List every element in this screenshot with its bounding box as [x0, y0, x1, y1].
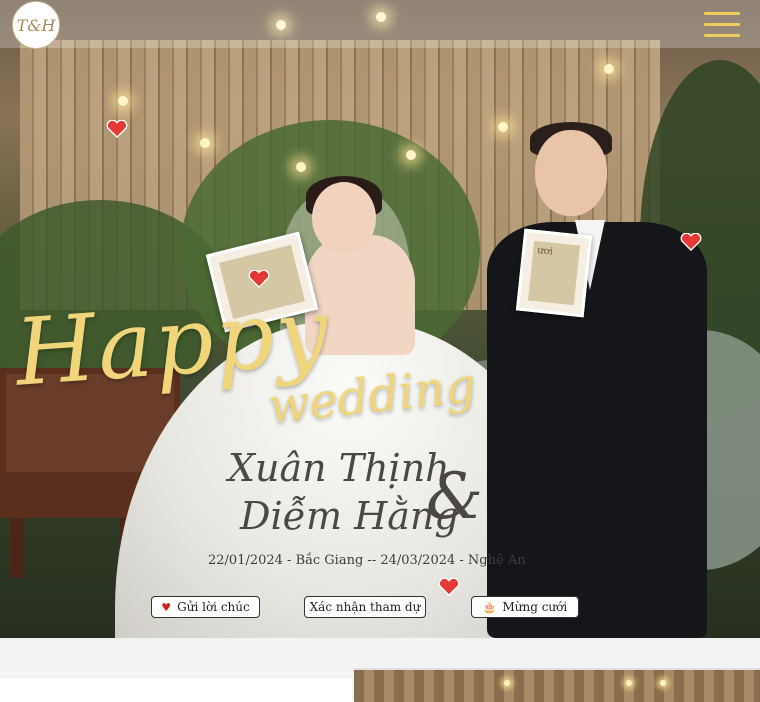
card-prop-inner: ươi: [527, 240, 581, 306]
top-navigation-bar: T&H: [0, 0, 760, 49]
hamburger-menu-icon[interactable]: [704, 12, 740, 38]
string-light: [296, 162, 306, 172]
gift-label: Mừng cưới: [502, 600, 568, 614]
string-light: [498, 122, 508, 132]
confirm-attendance-label: Xác nhận tham dự: [309, 600, 421, 614]
heart-icon: ♥: [161, 600, 172, 614]
bride-name: Diễm Hằng: [240, 494, 459, 538]
floating-heart-icon: [438, 577, 460, 597]
floating-heart-icon: [680, 232, 702, 252]
string-light: [604, 64, 614, 74]
string-light: [406, 150, 416, 160]
floating-heart-icon: [106, 119, 128, 139]
gift-icon: 🎂: [482, 600, 497, 614]
next-section-preview: [0, 638, 760, 702]
groom-face: [535, 130, 607, 216]
invitation-card-prop: ươi: [515, 228, 593, 318]
monogram-logo[interactable]: T&H: [12, 1, 60, 49]
groom-name: Xuân Thịnh: [228, 446, 450, 490]
section-divider: [0, 678, 352, 700]
confirm-attendance-button[interactable]: Xác nhận tham dự: [304, 596, 426, 618]
bride-face: [312, 182, 376, 254]
gallery-photo-preview: [354, 668, 760, 702]
gift-button[interactable]: 🎂 Mừng cưới: [471, 596, 579, 618]
send-wishes-label: Gửi lời chúc: [177, 600, 250, 614]
string-light: [118, 96, 128, 106]
string-light: [200, 138, 210, 148]
wedding-dates: 22/01/2024 - Bắc Giang -- 24/03/2024 - N…: [208, 553, 526, 568]
send-wishes-button[interactable]: ♥ Gửi lời chúc: [151, 596, 260, 618]
